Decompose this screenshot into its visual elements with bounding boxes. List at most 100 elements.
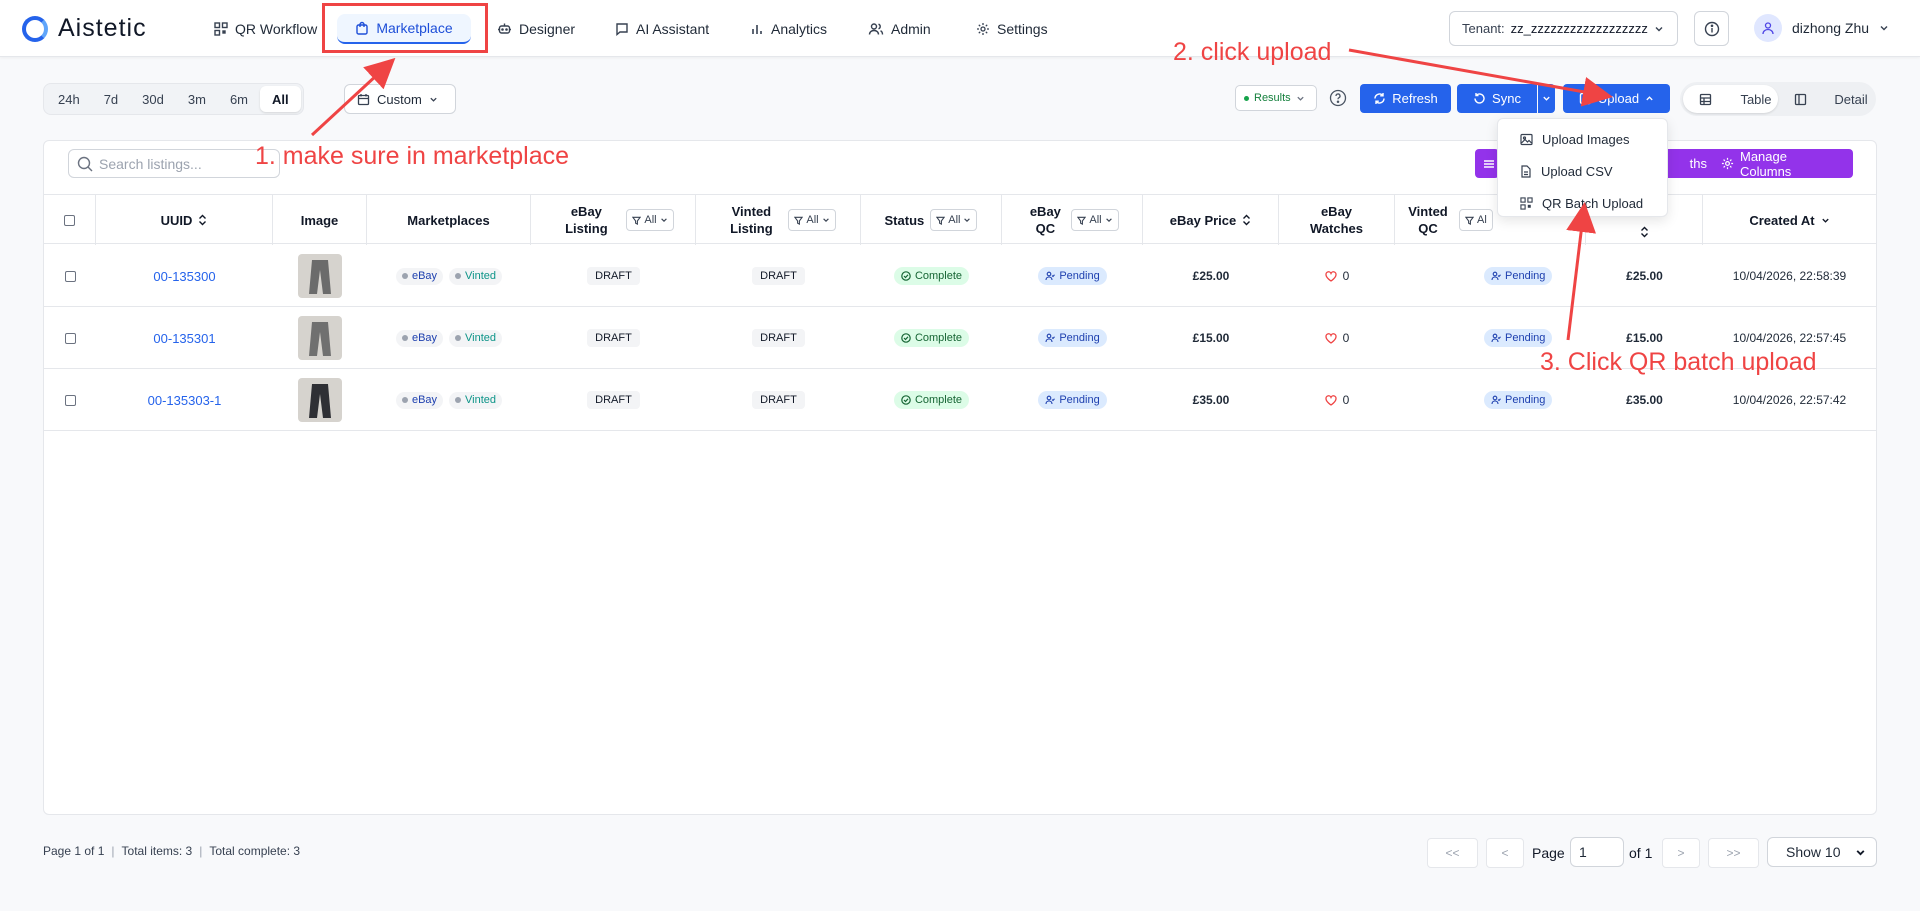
refresh-button[interactable]: Refresh bbox=[1360, 84, 1451, 113]
table-row[interactable]: 00-135300 eBay Vinted DRAFT DRAFT Comple… bbox=[44, 245, 1876, 307]
time-range-all[interactable]: All bbox=[260, 86, 301, 112]
sync-dropdown-button[interactable] bbox=[1538, 84, 1555, 113]
nav-qr-workflow[interactable]: QR Workflow bbox=[208, 14, 323, 44]
vinted-qc-badge[interactable]: Pending bbox=[1484, 329, 1553, 347]
image-column-header: Image bbox=[273, 195, 367, 245]
ebay-listing-cell: DRAFT bbox=[531, 245, 696, 307]
row-checkbox[interactable] bbox=[64, 270, 76, 282]
uuid-link[interactable]: 00-135300 bbox=[153, 269, 215, 284]
ebay-qc-cell: Pending bbox=[1002, 369, 1143, 431]
uuid-column-header[interactable]: UUID bbox=[96, 195, 273, 245]
row-checkbox[interactable] bbox=[64, 394, 76, 406]
manage-columns-button[interactable]: Manage Columns bbox=[1709, 149, 1853, 179]
total-complete: Total complete: 3 bbox=[209, 844, 301, 858]
time-range-30d[interactable]: 30d bbox=[130, 86, 176, 112]
vinted-qc-label: Pending bbox=[1505, 270, 1546, 282]
user-menu[interactable]: dizhong Zhu bbox=[1754, 14, 1889, 42]
nav-ai-assistant[interactable]: AI Assistant bbox=[609, 14, 715, 44]
ebay-listing-badge: DRAFT bbox=[587, 391, 640, 409]
uuid-link[interactable]: 00-135303-1 bbox=[148, 393, 222, 408]
first-page-button[interactable]: << bbox=[1427, 838, 1478, 868]
column-label: UUID bbox=[160, 212, 193, 228]
row-checkbox[interactable] bbox=[64, 332, 76, 344]
upload-icon bbox=[1579, 92, 1592, 105]
bulk-actions-button[interactable] bbox=[1475, 149, 1499, 178]
nav-designer[interactable]: Designer bbox=[491, 14, 581, 44]
ebay-price-cell: £15.00 bbox=[1143, 307, 1279, 369]
sync-button[interactable]: Sync bbox=[1457, 84, 1537, 113]
separator: | bbox=[199, 844, 203, 858]
column-label: Status bbox=[884, 212, 925, 228]
vinted-qc-badge[interactable]: Pending bbox=[1484, 391, 1553, 409]
row-select-cell bbox=[44, 369, 96, 431]
tenant-select[interactable]: Tenant: zz_zzzzzzzzzzzzzzzzzz bbox=[1449, 11, 1678, 46]
page-number-input[interactable]: 1 bbox=[1570, 837, 1624, 867]
tenant-value: zz_zzzzzzzzzzzzzzzzzz bbox=[1510, 21, 1648, 36]
ebay-qc-column-header: eBay QC All bbox=[1002, 195, 1143, 245]
table-view-button[interactable]: Table bbox=[1683, 85, 1778, 113]
results-filter[interactable]: Results bbox=[1235, 85, 1317, 111]
status-column-header: Status All bbox=[861, 195, 1002, 245]
product-thumbnail[interactable] bbox=[298, 316, 342, 360]
time-range-3m[interactable]: 3m bbox=[176, 86, 218, 112]
ebay-tag: eBay bbox=[395, 267, 444, 285]
user-check-icon bbox=[1045, 271, 1056, 281]
help-icon[interactable] bbox=[1329, 89, 1347, 107]
nav-analytics[interactable]: Analytics bbox=[744, 14, 833, 44]
filter-icon bbox=[1077, 216, 1087, 225]
info-button[interactable] bbox=[1694, 11, 1729, 46]
chat-icon bbox=[615, 22, 629, 36]
chevron-down-icon bbox=[1542, 94, 1551, 103]
nav-label: Settings bbox=[997, 21, 1048, 37]
chevron-down-icon bbox=[660, 216, 668, 224]
vinted-qc-filter[interactable]: Al bbox=[1459, 209, 1493, 231]
search-input[interactable]: Search listings... bbox=[68, 149, 280, 178]
column-label: Listing bbox=[565, 221, 608, 236]
nav-settings[interactable]: Settings bbox=[970, 14, 1054, 44]
select-all-cell bbox=[44, 195, 96, 245]
sync-icon bbox=[1473, 92, 1486, 105]
app-logo[interactable]: Aistetic bbox=[22, 14, 147, 43]
created-at-column-header[interactable]: Created At bbox=[1703, 195, 1876, 245]
product-thumbnail[interactable] bbox=[298, 254, 342, 298]
upload-csv-item[interactable]: Upload CSV bbox=[1498, 155, 1667, 187]
vinted-listing-filter[interactable]: All bbox=[788, 209, 836, 231]
uuid-link[interactable]: 00-135301 bbox=[153, 331, 215, 346]
time-range-6m[interactable]: 6m bbox=[218, 86, 260, 112]
upload-images-item[interactable]: Upload Images bbox=[1498, 123, 1667, 155]
product-thumbnail[interactable] bbox=[298, 378, 342, 422]
time-range-7d[interactable]: 7d bbox=[92, 86, 130, 112]
image-cell bbox=[273, 369, 367, 431]
vinted-qc-badge[interactable]: Pending bbox=[1484, 267, 1553, 285]
ebay-qc-badge[interactable]: Pending bbox=[1038, 329, 1107, 347]
prev-page-button[interactable]: < bbox=[1486, 838, 1524, 868]
created-at-value: 10/04/2026, 22:58:39 bbox=[1732, 269, 1847, 283]
nav-admin[interactable]: Admin bbox=[862, 14, 937, 44]
qr-batch-upload-item[interactable]: QR Batch Upload bbox=[1498, 187, 1667, 219]
last-page-button[interactable]: >> bbox=[1708, 838, 1759, 868]
filter-icon bbox=[1465, 216, 1474, 225]
ebay-listing-filter[interactable]: All bbox=[626, 209, 674, 231]
ebay-qc-badge[interactable]: Pending bbox=[1038, 267, 1107, 285]
ebay-price-column-header[interactable]: eBay Price bbox=[1143, 195, 1279, 245]
marketplaces-cell: eBay Vinted bbox=[367, 369, 531, 431]
custom-range-button[interactable]: Custom bbox=[344, 84, 456, 114]
status-label: Complete bbox=[914, 332, 963, 344]
annotation-highlight-box bbox=[322, 3, 488, 53]
table-row[interactable]: 00-135303-1 eBay Vinted DRAFT DRAFT Comp… bbox=[44, 369, 1876, 431]
heart-icon bbox=[1325, 332, 1337, 344]
nav-label: QR Workflow bbox=[235, 21, 318, 37]
next-page-button[interactable]: > bbox=[1662, 838, 1700, 868]
user-check-icon bbox=[1491, 271, 1501, 281]
select-all-checkbox[interactable] bbox=[64, 214, 75, 226]
ebay-qc-filter[interactable]: All bbox=[1071, 209, 1119, 231]
page-size-select[interactable]: Show 10 bbox=[1767, 837, 1877, 867]
created-at-value: 10/04/2026, 22:57:42 bbox=[1732, 393, 1847, 407]
time-range-24h[interactable]: 24h bbox=[46, 86, 92, 112]
info-icon bbox=[1704, 21, 1720, 37]
ebay-qc-badge[interactable]: Pending bbox=[1038, 391, 1107, 409]
detail-view-button[interactable]: Detail bbox=[1778, 85, 1873, 113]
upload-button[interactable]: Upload bbox=[1563, 84, 1670, 113]
status-filter[interactable]: All bbox=[930, 209, 978, 231]
ebay-qc-label: Pending bbox=[1059, 394, 1100, 406]
